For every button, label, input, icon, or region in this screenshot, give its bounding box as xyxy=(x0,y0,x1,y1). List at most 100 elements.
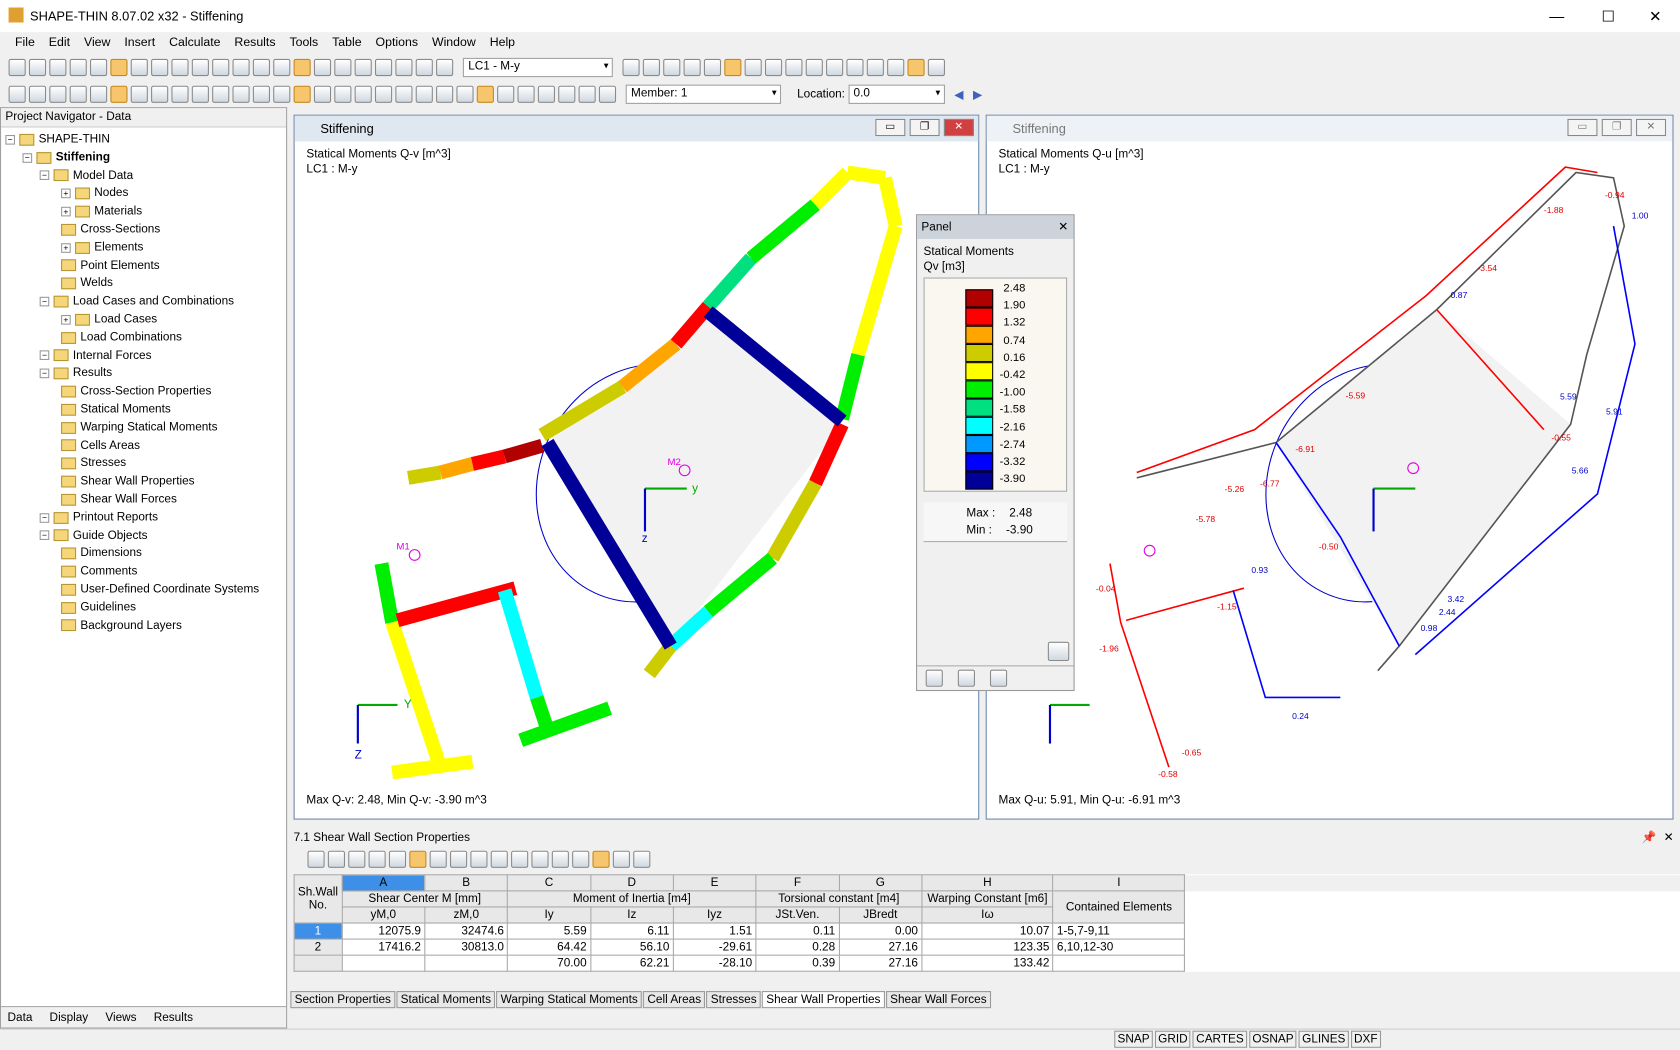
toolbar-button-icon[interactable] xyxy=(334,58,352,77)
column-letter[interactable]: C xyxy=(507,874,591,892)
sheet-tab[interactable]: Cell Areas xyxy=(643,991,706,1009)
nav-item[interactable]: − Load Cases and Combinations xyxy=(5,293,286,311)
toolbar-button-icon[interactable] xyxy=(171,58,189,77)
toolbar-button-icon[interactable] xyxy=(273,85,291,103)
toolbar-button-icon[interactable] xyxy=(907,58,925,77)
table-cell[interactable]: 32474.6 xyxy=(424,922,509,940)
expand-icon[interactable]: − xyxy=(22,152,33,163)
toolbar-button-icon[interactable] xyxy=(191,85,209,103)
nav-item[interactable]: − Stiffening xyxy=(5,149,286,167)
nav-item[interactable]: Shear Wall Properties xyxy=(5,473,286,491)
nav-item[interactable]: Guidelines xyxy=(5,599,286,617)
toolbar-button-icon[interactable] xyxy=(517,85,535,103)
prev-icon[interactable]: ◀ xyxy=(954,87,963,101)
toolbar-button-icon[interactable] xyxy=(307,850,325,868)
toolbar-button-icon[interactable] xyxy=(232,58,250,77)
toolbar-button-icon[interactable] xyxy=(642,58,660,77)
table-cell[interactable]: 56.10 xyxy=(589,938,674,956)
toolbar-button-icon[interactable] xyxy=(415,58,433,77)
column-letter[interactable]: G xyxy=(838,874,923,892)
toolbar-button-icon[interactable] xyxy=(69,85,87,103)
toolbar-button-icon[interactable] xyxy=(866,58,884,77)
loadcase-select[interactable]: LC1 - M-y xyxy=(462,57,613,78)
table-cell[interactable]: 5.59 xyxy=(507,922,591,940)
toolbar-button-icon[interactable] xyxy=(130,58,148,77)
location-select[interactable]: 0.0 xyxy=(848,84,945,104)
toolbar-button-icon[interactable] xyxy=(293,58,311,77)
toolbar-button-icon[interactable] xyxy=(395,85,413,103)
nav-item[interactable]: Cells Areas xyxy=(5,437,286,455)
toolbar-button-icon[interactable] xyxy=(252,85,270,103)
pin-icon[interactable]: 📌 xyxy=(1642,830,1657,844)
toolbar-button-icon[interactable] xyxy=(151,85,169,103)
sheet-tab[interactable]: Statical Moments xyxy=(396,991,496,1009)
toolbar-button-icon[interactable] xyxy=(572,850,590,868)
toolbar-button-icon[interactable] xyxy=(415,85,433,103)
toolbar-button-icon[interactable] xyxy=(69,58,87,77)
table-cell[interactable]: 6,10,12-30 xyxy=(1052,938,1186,956)
view-close-button[interactable]: ✕ xyxy=(1636,118,1667,137)
nav-item[interactable]: Shear Wall Forces xyxy=(5,491,286,509)
nav-item[interactable]: Load Combinations xyxy=(5,329,286,347)
toolbar-button-icon[interactable] xyxy=(724,58,742,77)
table-cell[interactable] xyxy=(293,954,343,972)
toolbar-button-icon[interactable] xyxy=(212,58,230,77)
table-cell[interactable]: 0.28 xyxy=(755,938,840,956)
toolbar-button-icon[interactable] xyxy=(470,850,488,868)
sheet-tab[interactable]: Warping Statical Moments xyxy=(496,991,643,1009)
table-cell[interactable]: 1.51 xyxy=(672,922,757,940)
toolbar-button-icon[interactable] xyxy=(89,58,108,77)
sheet-tab[interactable]: Shear Wall Properties xyxy=(761,991,885,1009)
toolbar-button-icon[interactable] xyxy=(89,85,108,103)
menu-file[interactable]: File xyxy=(15,36,35,49)
table-cell[interactable]: 12075.9 xyxy=(341,922,426,940)
nav-item[interactable]: − SHAPE-THIN xyxy=(5,131,286,149)
maximize-button[interactable]: ☐ xyxy=(1584,0,1633,32)
nav-item[interactable]: + Materials xyxy=(5,203,286,221)
expand-icon[interactable]: − xyxy=(39,368,50,379)
view-restore-button[interactable]: ❐ xyxy=(909,118,940,137)
nav-tab-results[interactable]: Results xyxy=(154,1011,193,1024)
sheet-tab[interactable]: Section Properties xyxy=(290,991,396,1009)
view-restore-button[interactable]: ❐ xyxy=(1601,118,1632,137)
member-select[interactable]: Member: 1 xyxy=(625,84,782,104)
toolbar-button-icon[interactable] xyxy=(490,850,508,868)
toolbar-button-icon[interactable] xyxy=(348,850,366,868)
toolbar-button-icon[interactable] xyxy=(558,85,576,103)
panel-close-icon[interactable]: ✕ xyxy=(1058,220,1068,234)
toolbar-button-icon[interactable] xyxy=(537,85,555,103)
nav-tab-views[interactable]: Views xyxy=(105,1011,136,1024)
toolbar-button-icon[interactable] xyxy=(846,58,864,77)
view-minimize-button[interactable]: ▭ xyxy=(875,118,906,137)
column-letter[interactable]: A xyxy=(341,874,426,892)
expand-icon[interactable]: + xyxy=(61,314,71,325)
toolbar-button-icon[interactable] xyxy=(354,58,372,77)
expand-icon[interactable]: + xyxy=(61,242,71,253)
next-icon[interactable]: ▶ xyxy=(973,87,982,101)
nav-item[interactable]: − Guide Objects xyxy=(5,527,286,545)
pen-icon[interactable] xyxy=(989,669,1008,687)
toolbar-button-icon[interactable] xyxy=(28,58,47,77)
menu-tools[interactable]: Tools xyxy=(289,36,318,49)
menu-help[interactable]: Help xyxy=(490,36,515,49)
column-letter[interactable]: B xyxy=(424,874,509,892)
expand-icon[interactable]: − xyxy=(5,134,15,145)
nav-item[interactable]: Dimensions xyxy=(5,545,286,563)
toolbar-button-icon[interactable] xyxy=(368,850,386,868)
nav-item[interactable]: Cross-Sections xyxy=(5,221,286,239)
table-cell[interactable]: 10.07 xyxy=(921,922,1054,940)
table-cell[interactable]: 1-5,7-9,11 xyxy=(1052,922,1186,940)
toolbar-button-icon[interactable] xyxy=(313,58,332,77)
table-cell[interactable]: 1 xyxy=(293,922,343,940)
table-cell[interactable]: 0.11 xyxy=(755,922,840,940)
toolbar-button-icon[interactable] xyxy=(409,850,427,868)
expand-icon[interactable]: + xyxy=(61,188,71,199)
toolbar-button-icon[interactable] xyxy=(273,58,291,77)
toolbar-button-icon[interactable] xyxy=(151,58,169,77)
toolbar-button-icon[interactable] xyxy=(49,85,67,103)
legend-colors-icon[interactable] xyxy=(925,669,943,687)
toolbar-button-icon[interactable] xyxy=(703,58,722,77)
nav-item[interactable]: User-Defined Coordinate Systems xyxy=(5,581,286,599)
menu-window[interactable]: Window xyxy=(432,36,476,49)
status-osnap[interactable]: OSNAP xyxy=(1249,1030,1297,1048)
